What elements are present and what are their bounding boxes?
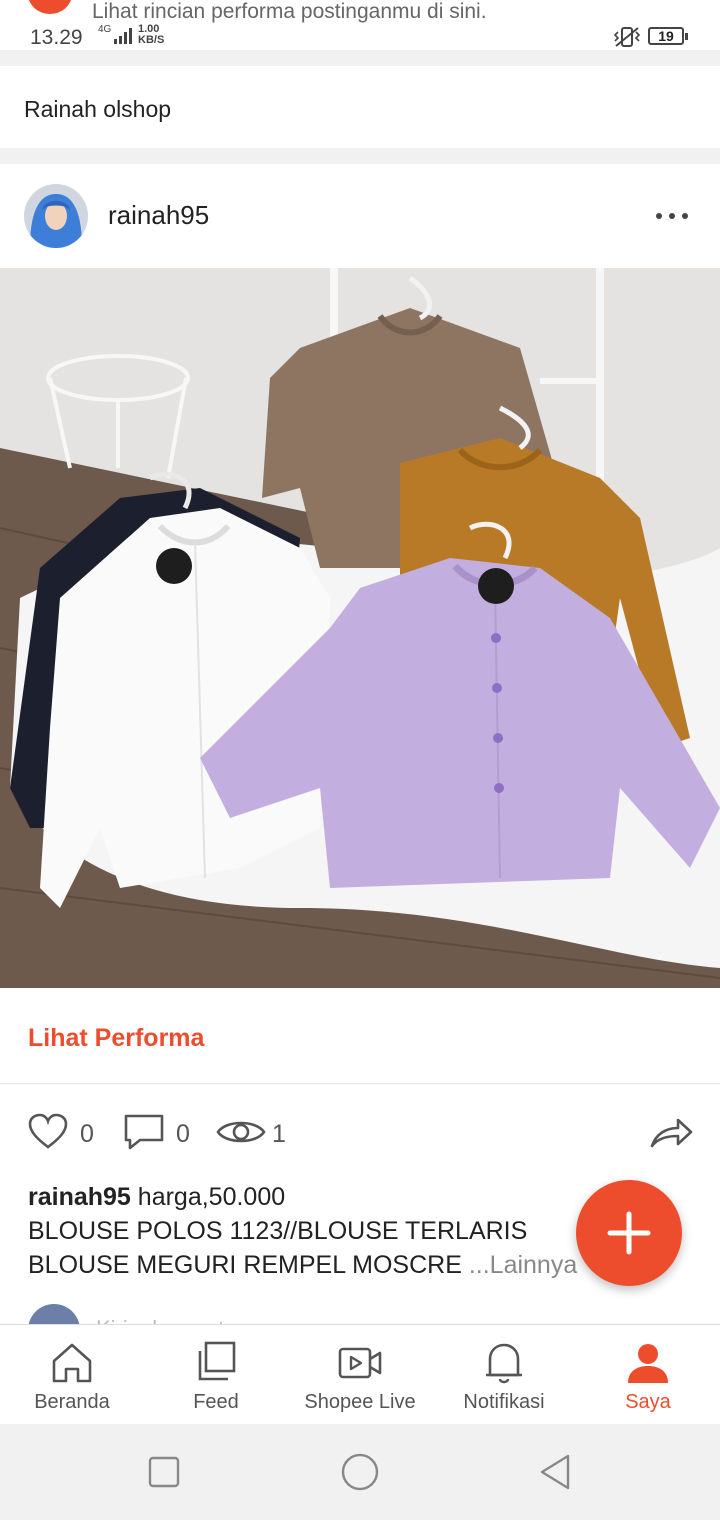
- bottom-navigation: Beranda Feed Shopee Live Notifikasi Saya: [0, 1324, 720, 1424]
- nav-item-feed[interactable]: Feed: [144, 1325, 288, 1425]
- eye-icon: [216, 1121, 266, 1143]
- clock: 13.29: [30, 26, 83, 49]
- caption-username[interactable]: rainah95: [28, 1183, 131, 1211]
- comment-input-row[interactable]: Kirim komentar: [0, 1296, 720, 1324]
- shop-name: Rainah olshop: [24, 96, 172, 122]
- nav-item-notifikasi[interactable]: Notifikasi: [432, 1325, 576, 1425]
- post-caption[interactable]: rainah95 harga,50.000 BLOUSE POLOS 1123/…: [28, 1180, 668, 1282]
- nav-label: Shopee Live: [304, 1391, 416, 1413]
- see-more-link[interactable]: ...Lainnya: [469, 1251, 577, 1279]
- nav-label: Beranda: [34, 1391, 110, 1413]
- view-count: 1: [272, 1120, 286, 1148]
- post-actions: 0 0 1: [0, 1100, 720, 1164]
- recent-apps-icon[interactable]: [144, 1452, 184, 1492]
- person-icon: [628, 1344, 668, 1383]
- speech-bubble-icon[interactable]: [122, 1112, 166, 1152]
- commenter-avatar: [28, 1304, 80, 1324]
- nav-item-saya[interactable]: Saya: [576, 1325, 720, 1425]
- view-performance-link[interactable]: Lihat Performa: [28, 1024, 204, 1053]
- post-image[interactable]: [0, 268, 720, 988]
- nav-label: Saya: [625, 1391, 671, 1413]
- share-arrow-icon[interactable]: [648, 1112, 694, 1152]
- comment-count: 0: [176, 1120, 190, 1148]
- comment-input[interactable]: Kirim komentar: [96, 1316, 244, 1324]
- nav-label: Feed: [193, 1391, 239, 1413]
- back-icon[interactable]: [536, 1452, 576, 1492]
- post-username[interactable]: rainah95: [108, 200, 209, 231]
- battery-icon: 19: [648, 27, 688, 45]
- home-circle-icon[interactable]: [340, 1452, 380, 1492]
- nav-label: Notifikasi: [463, 1391, 545, 1413]
- section-divider: [0, 148, 720, 164]
- plus-icon: [607, 1211, 651, 1255]
- shop-row[interactable]: Rainah olshop: [0, 66, 720, 148]
- network-speed: 1.00 KB/S: [138, 23, 165, 46]
- like-count: 0: [80, 1120, 94, 1148]
- bell-icon: [486, 1343, 522, 1384]
- heart-icon[interactable]: [28, 1112, 68, 1152]
- more-options-icon[interactable]: [650, 204, 690, 228]
- notification-text[interactable]: Lihat rincian performa postinganmu di si…: [92, 0, 487, 24]
- avatar[interactable]: [24, 184, 88, 248]
- performance-row: Lihat Performa: [0, 988, 720, 1084]
- post-header: rainah95: [0, 164, 720, 268]
- status-bar: Lihat rincian performa postinganmu di si…: [0, 0, 720, 50]
- notification-app-icon[interactable]: [28, 0, 72, 14]
- vibrate-mode-icon: [613, 27, 641, 47]
- nav-item-beranda[interactable]: Beranda: [0, 1325, 144, 1425]
- network-type: 4G: [98, 24, 112, 35]
- create-post-button[interactable]: [576, 1180, 682, 1286]
- home-icon: [52, 1343, 92, 1383]
- section-divider: [0, 50, 720, 66]
- signal-icon: [114, 28, 132, 44]
- nav-item-shopee-live[interactable]: Shopee Live: [288, 1325, 432, 1425]
- live-video-icon: [338, 1347, 382, 1379]
- system-navigation-bar: [0, 1424, 720, 1520]
- feed-icon: [198, 1341, 236, 1381]
